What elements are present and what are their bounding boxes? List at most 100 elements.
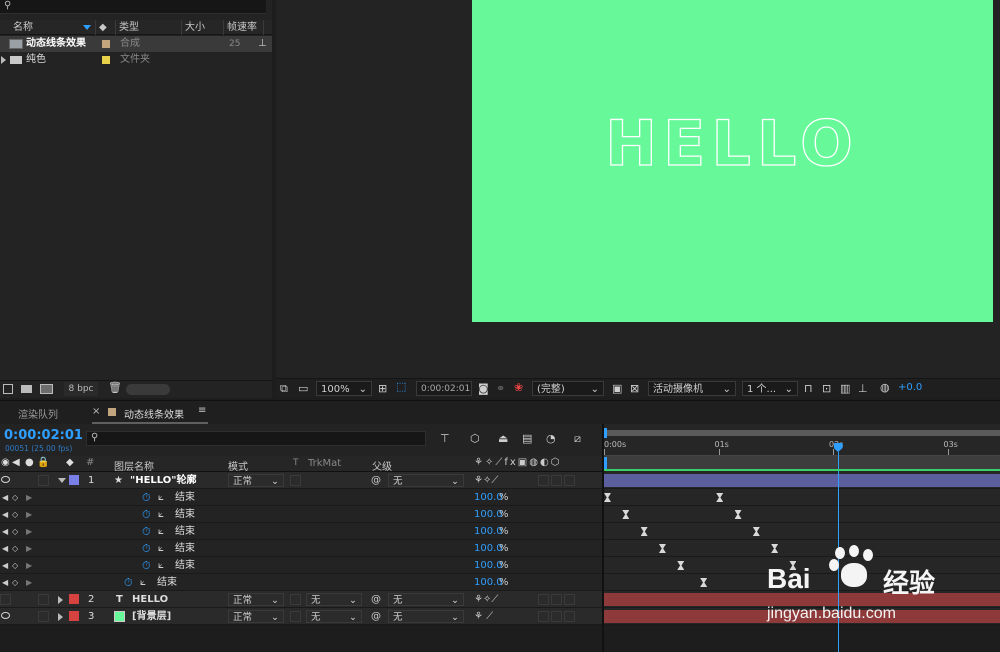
next-keyframe-icon[interactable]: ▶ — [26, 540, 32, 557]
add-keyframe-icon[interactable]: ◇ — [12, 540, 18, 557]
parent-select[interactable]: 无 ⌄ — [388, 474, 464, 487]
work-area-start[interactable] — [604, 428, 607, 438]
keyframe[interactable] — [752, 527, 760, 536]
project-item-comp[interactable]: 动态线条效果 合成 25 ⊥ — [0, 36, 272, 52]
project-scrollbar[interactable] — [126, 384, 170, 395]
prev-keyframe-icon[interactable]: ◀ — [2, 557, 8, 574]
lock-toggle[interactable] — [38, 475, 49, 486]
close-icon[interactable]: × — [92, 406, 100, 417]
col-type[interactable]: 类型 — [116, 20, 182, 35]
col-mode[interactable]: 模式 — [228, 458, 248, 473]
trkmat-select[interactable]: 无 ⌄ — [306, 593, 362, 606]
col-trkmat[interactable]: TrkMat — [308, 458, 341, 469]
property-row[interactable]: ◀ ◇ ▶ ⏱ ⟀ 结束 100.0% — [0, 540, 602, 557]
region-of-interest-icon[interactable]: ⬚ — [396, 380, 406, 393]
keyframe[interactable] — [622, 510, 630, 519]
add-keyframe-icon[interactable]: ◇ — [12, 489, 18, 506]
add-keyframe-icon[interactable]: ◇ — [12, 506, 18, 523]
layer-label-color[interactable] — [69, 594, 79, 604]
mode-select[interactable]: 正常 ⌄ — [228, 610, 284, 623]
switch-box[interactable] — [564, 611, 575, 622]
keyframe[interactable] — [734, 510, 742, 519]
layer-switch-icons[interactable]: ⚘✧⟋ — [474, 472, 498, 489]
layout-icon[interactable]: ⊓ — [804, 382, 813, 395]
graph-icon[interactable]: ⟀ — [158, 506, 164, 523]
trash-icon[interactable]: 🗑 — [108, 381, 122, 394]
lock-toggle[interactable] — [38, 594, 49, 605]
next-keyframe-icon[interactable]: ▶ — [26, 489, 32, 506]
expand-arrow-icon[interactable] — [58, 596, 63, 604]
graph-icon[interactable]: ⟀ — [158, 557, 164, 574]
add-keyframe-icon[interactable]: ◇ — [12, 557, 18, 574]
eye-toggle[interactable] — [0, 594, 11, 605]
camera-select[interactable]: 活动摄像机 ⌄ — [648, 381, 736, 396]
project-item-folder[interactable]: 纯色 文件夹 — [0, 52, 272, 68]
add-keyframe-icon[interactable]: ◇ — [12, 523, 18, 540]
layer-name[interactable]: "HELLO"轮廓 — [130, 472, 197, 489]
next-keyframe-icon[interactable]: ▶ — [26, 574, 32, 591]
graph-icon[interactable]: ⟀ — [158, 523, 164, 540]
prev-keyframe-icon[interactable]: ◀ — [2, 574, 8, 591]
collapse-arrow-icon[interactable] — [58, 478, 66, 483]
switch-box[interactable] — [551, 594, 562, 605]
layer-label-color[interactable] — [69, 611, 79, 621]
prev-keyframe-icon[interactable]: ◀ — [2, 540, 8, 557]
tab-composition[interactable]: 动态线条效果 — [124, 406, 184, 421]
col-label[interactable]: ◆ — [96, 20, 116, 35]
solo-icon[interactable]: ● — [25, 457, 34, 468]
graph-icon[interactable]: ⟀ — [140, 574, 146, 591]
preserve-transparency-toggle[interactable] — [290, 611, 301, 622]
motion-blur-icon[interactable]: ◔ — [546, 432, 556, 445]
switches-icons[interactable]: ⚘✧⟋fx▣◍◐⬡ — [474, 457, 561, 468]
property-row[interactable]: ◀ ◇ ▶ ⏱ ⟀ 结束 100.0% — [0, 574, 602, 591]
layer-name[interactable]: [背景层] — [132, 608, 171, 625]
resolution-select[interactable]: (完整) ⌄ — [532, 381, 604, 396]
switch-box[interactable] — [551, 475, 562, 486]
tab-menu-icon[interactable]: ≡ — [198, 405, 206, 416]
stopwatch-icon[interactable]: ⏱ — [142, 523, 151, 540]
keyframe[interactable] — [716, 493, 724, 502]
new-comp-icon[interactable] — [40, 384, 53, 394]
time-ruler[interactable]: 0:00s01s02s03s — [604, 424, 1000, 472]
layer-row[interactable]: 3 [背景层] 正常 ⌄ 无 ⌄ @ 无 ⌄ ⚘ ⟋ — [0, 608, 602, 625]
layer-label-color[interactable] — [69, 475, 79, 485]
stopwatch-icon[interactable]: ⏱ — [142, 489, 151, 506]
label-tag-icon[interactable]: ◆ — [66, 457, 74, 468]
work-area-bar[interactable] — [604, 430, 1000, 436]
monitor-icon[interactable]: ▭ — [298, 382, 308, 395]
prev-keyframe-icon[interactable]: ◀ — [2, 506, 8, 523]
pickwhip-icon[interactable]: @ — [371, 591, 381, 608]
stopwatch-icon[interactable]: ⏱ — [142, 506, 151, 523]
keyframe[interactable] — [677, 561, 685, 570]
col-fps[interactable]: 帧速率 — [224, 20, 264, 35]
layer-row[interactable]: 1 ★ "HELLO"轮廓 正常 ⌄ @ 无 ⌄ ⚘✧⟋ — [0, 472, 602, 489]
zoom-select[interactable]: 100% ⌄ — [316, 381, 372, 396]
layer-switch-icons[interactable]: ⚘ ⟋ — [474, 608, 493, 625]
project-search-input[interactable]: ⚲ — [0, 0, 266, 14]
comp-mini-flowchart-icon[interactable]: ⊤ — [440, 432, 450, 445]
layer-switch-icons[interactable]: ⚘✧⟋ — [474, 591, 498, 608]
new-folder-icon[interactable] — [21, 385, 32, 393]
current-time-display[interactable]: 0:00:02:01 — [4, 428, 83, 443]
property-row[interactable]: ◀ ◇ ▶ ⏱ ⟀ 结束 100.0% — [0, 523, 602, 540]
keyframe[interactable] — [640, 527, 648, 536]
shy-icon[interactable]: ⏏ — [498, 432, 508, 445]
trkmat-select[interactable]: 无 ⌄ — [306, 610, 362, 623]
audio-switch-icon[interactable]: ◀ — [12, 457, 20, 468]
prev-keyframe-icon[interactable]: ◀ — [2, 523, 8, 540]
draft-3d-icon[interactable]: ⬡ — [470, 432, 480, 445]
stopwatch-icon[interactable]: ⏱ — [142, 540, 151, 557]
mode-select[interactable]: 正常 ⌄ — [228, 474, 284, 487]
expand-arrow-icon[interactable] — [1, 56, 6, 64]
switch-box[interactable] — [538, 594, 549, 605]
layer-search-input[interactable]: ⚲ — [86, 431, 426, 446]
col-parent[interactable]: 父级 — [372, 458, 392, 473]
graph-editor-icon[interactable]: ⧄ — [574, 432, 581, 446]
keyframe[interactable] — [658, 544, 666, 553]
track-row[interactable] — [604, 489, 1000, 506]
timeline-icon[interactable]: ▥ — [840, 382, 850, 395]
time-nav-handle[interactable] — [604, 457, 607, 469]
views-select[interactable]: 1 个... ⌄ — [742, 381, 798, 396]
channel-rgb-icon[interactable]: ❀ — [514, 381, 523, 394]
switch-box[interactable] — [551, 611, 562, 622]
